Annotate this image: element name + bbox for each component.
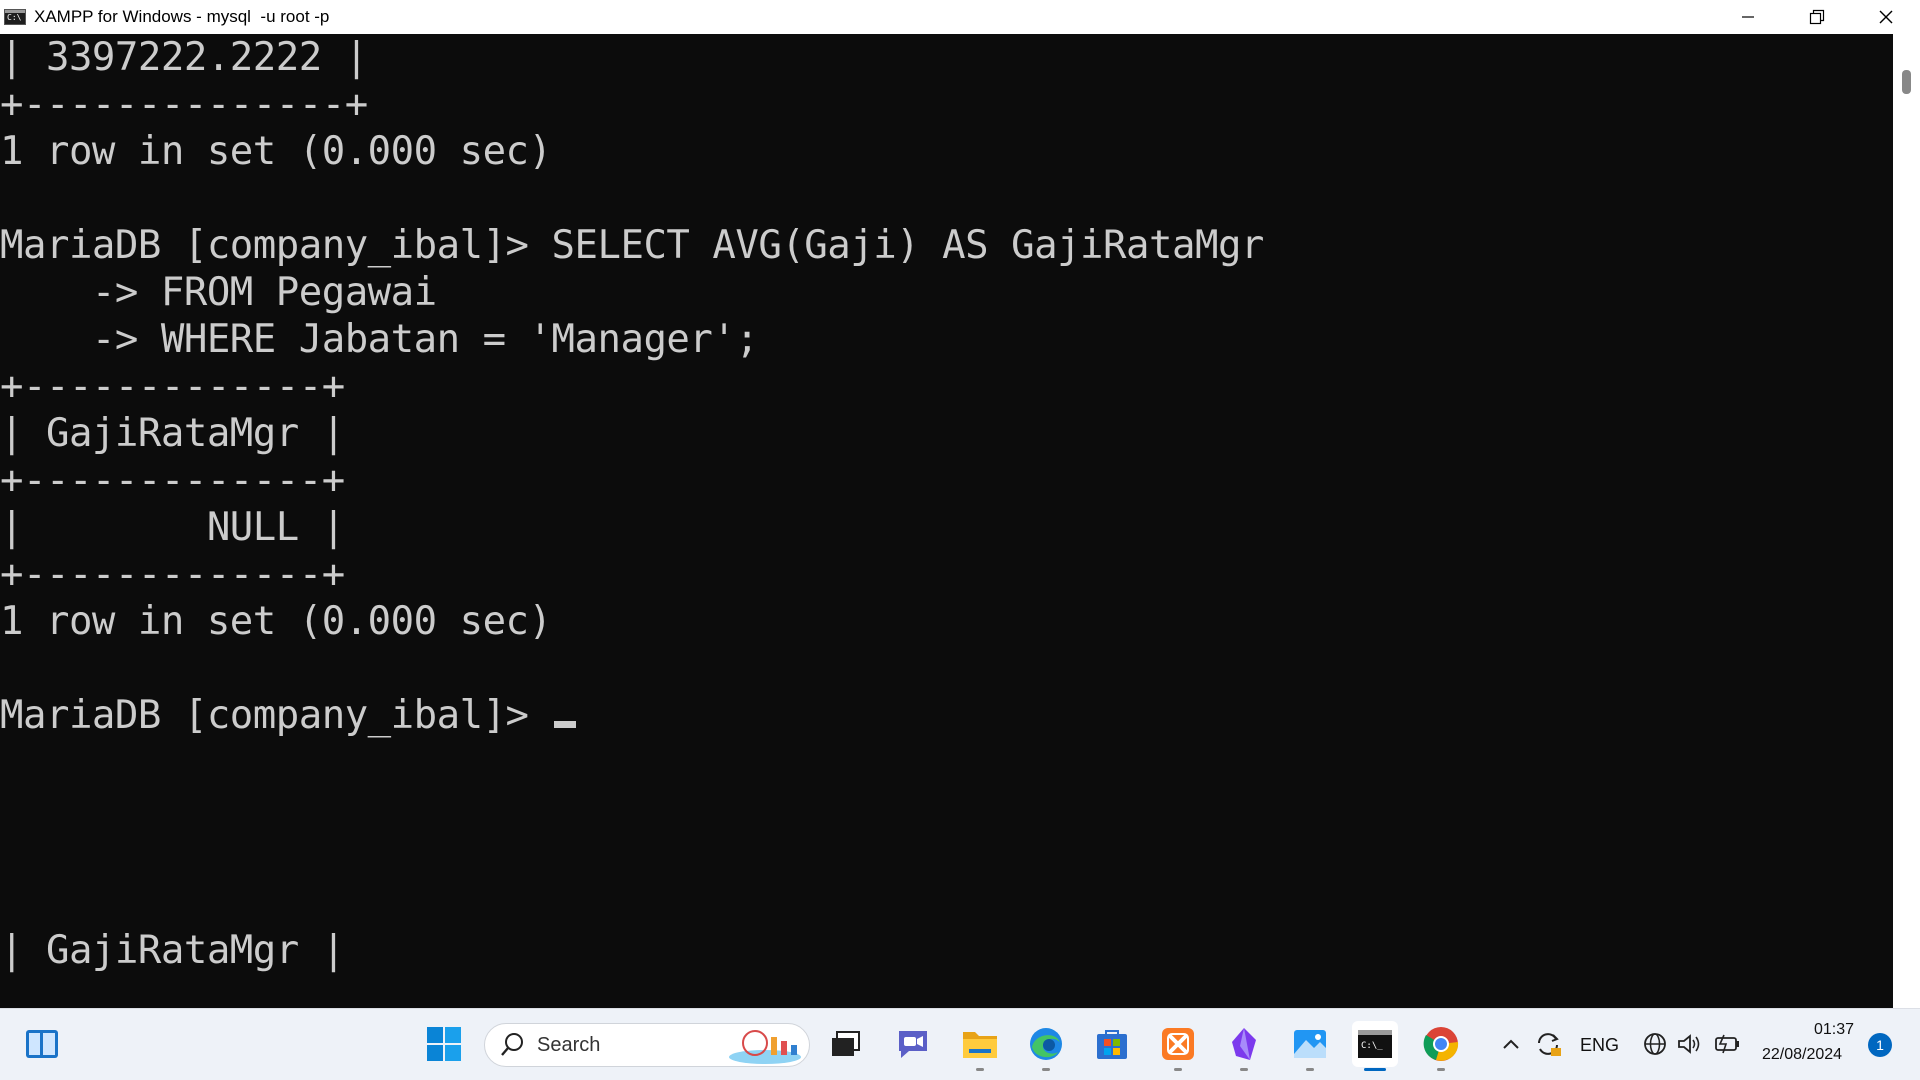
console-output[interactable]: | 3397222.2222 | +--------------+ 1 row … bbox=[0, 34, 1893, 1008]
language-indicator[interactable]: ENG bbox=[1580, 1035, 1619, 1056]
running-indicator bbox=[1437, 1068, 1445, 1071]
running-indicator bbox=[1174, 1068, 1182, 1071]
speaker-icon bbox=[1678, 1034, 1700, 1054]
console-line: -> FROM Pegawai bbox=[0, 270, 437, 315]
title-bar: XAMPP for Windows - mysql -u root -p bbox=[0, 0, 1920, 34]
clock-time[interactable]: 01:37 bbox=[1814, 1021, 1854, 1039]
battery-icon bbox=[1715, 1034, 1739, 1054]
xampp-button[interactable] bbox=[1155, 1021, 1201, 1071]
running-indicator bbox=[976, 1068, 984, 1071]
console-line: MariaDB [company_ibal]> SELECT AVG(Gaji)… bbox=[0, 223, 1264, 268]
svg-text:C:\_: C:\_ bbox=[1361, 1041, 1383, 1051]
file-explorer-button[interactable] bbox=[957, 1021, 1003, 1071]
taskbar: Search C:\_ ENG 01:37 22/08/2024 1 bbox=[0, 1008, 1920, 1080]
photos-button[interactable] bbox=[1287, 1021, 1333, 1071]
prompt-line: MariaDB [company_ibal]> bbox=[0, 693, 552, 738]
console-line: 1 row in set (0.000 sec) bbox=[0, 599, 552, 644]
running-indicator bbox=[1306, 1068, 1314, 1071]
console-line: | GajiRataMgr | bbox=[0, 411, 345, 456]
xampp-icon bbox=[1162, 1028, 1194, 1060]
search-label: Search bbox=[537, 1033, 601, 1056]
console-line: | NULL | bbox=[0, 505, 345, 550]
clock-date[interactable]: 22/08/2024 bbox=[1762, 1046, 1842, 1064]
running-indicator bbox=[1042, 1068, 1050, 1071]
window-controls bbox=[1713, 0, 1920, 34]
minimize-icon bbox=[1741, 16, 1754, 18]
close-icon bbox=[1879, 10, 1892, 24]
console-line: 1 row in set (0.000 sec) bbox=[0, 129, 552, 174]
chrome-icon bbox=[1423, 1027, 1459, 1061]
file-explorer-icon bbox=[963, 1032, 997, 1058]
terminal-icon: C:\_ bbox=[1358, 1030, 1392, 1058]
vertical-scrollbar[interactable] bbox=[1893, 34, 1920, 1008]
restore-icon bbox=[1809, 9, 1824, 25]
network-button[interactable] bbox=[1640, 1021, 1670, 1067]
console-line: +-------------+ bbox=[0, 458, 345, 503]
chrome-button[interactable] bbox=[1418, 1021, 1464, 1071]
volume-button[interactable] bbox=[1674, 1021, 1704, 1067]
microsoft-store-icon bbox=[1097, 1030, 1127, 1059]
console-app-icon[interactable] bbox=[4, 9, 26, 25]
globe-icon bbox=[1644, 1033, 1666, 1055]
terminal-button[interactable]: C:\_ bbox=[1352, 1021, 1398, 1071]
window-title: XAMPP for Windows - mysql -u root -p bbox=[34, 7, 330, 26]
start-button[interactable] bbox=[421, 1021, 467, 1067]
task-view-icon bbox=[832, 1031, 860, 1056]
obsidian-button[interactable] bbox=[1221, 1021, 1267, 1071]
notification-badge[interactable]: 1 bbox=[1868, 1033, 1892, 1057]
task-view-button[interactable] bbox=[823, 1021, 869, 1067]
meet-button[interactable] bbox=[890, 1021, 936, 1067]
close-button[interactable] bbox=[1851, 0, 1920, 34]
show-hidden-icons-button[interactable] bbox=[1498, 1021, 1524, 1067]
widgets-icon bbox=[26, 1030, 58, 1058]
photos-icon bbox=[1294, 1030, 1326, 1058]
battery-button[interactable] bbox=[1710, 1021, 1744, 1067]
windows-start-icon bbox=[427, 1027, 461, 1061]
widgets-button[interactable] bbox=[19, 1021, 65, 1067]
running-indicator bbox=[1240, 1068, 1248, 1071]
text-cursor bbox=[553, 721, 576, 728]
console-line: +-------------+ bbox=[0, 364, 345, 409]
sync-status-button[interactable] bbox=[1530, 1021, 1566, 1067]
meet-icon bbox=[899, 1031, 927, 1058]
minimize-button[interactable] bbox=[1713, 0, 1782, 34]
edge-icon bbox=[1030, 1028, 1062, 1060]
console-line: +-------------+ bbox=[0, 552, 345, 597]
microsoft-store-button[interactable] bbox=[1089, 1021, 1135, 1067]
obsidian-icon bbox=[1232, 1028, 1256, 1060]
search-icon bbox=[501, 1033, 523, 1056]
search-box[interactable]: Search bbox=[484, 1023, 810, 1067]
scrollbar-thumb[interactable] bbox=[1902, 70, 1911, 94]
console-line: -> WHERE Jabatan = 'Manager'; bbox=[0, 317, 759, 362]
search-highlight-icon bbox=[729, 1030, 801, 1064]
console-ghost-line: | GajiRataMgr | bbox=[0, 928, 345, 973]
console-text: | 3397222.2222 | +--------------+ 1 row … bbox=[0, 34, 1893, 974]
edge-button[interactable] bbox=[1023, 1021, 1069, 1071]
sync-icon bbox=[1538, 1033, 1561, 1056]
active-indicator bbox=[1364, 1068, 1386, 1071]
console-line: | 3397222.2222 | bbox=[0, 35, 368, 80]
chevron-up-icon bbox=[1503, 1039, 1519, 1049]
restore-button[interactable] bbox=[1782, 0, 1851, 34]
console-line: +--------------+ bbox=[0, 82, 368, 127]
